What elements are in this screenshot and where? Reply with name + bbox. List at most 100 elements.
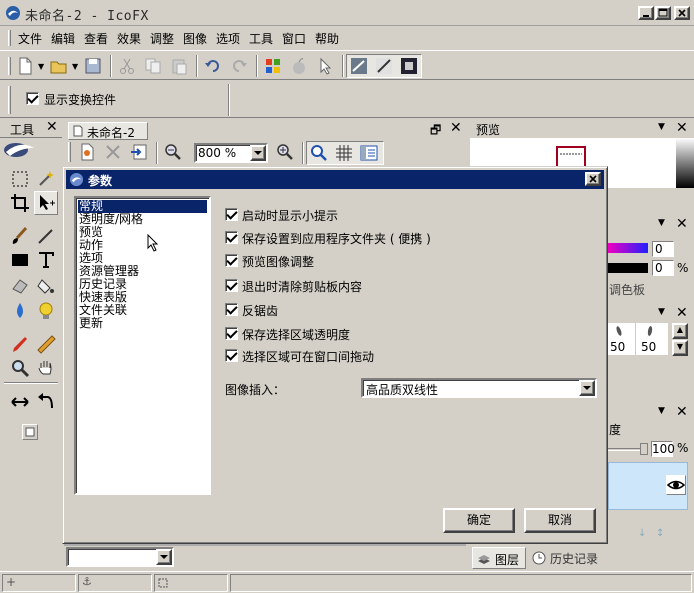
- drag-selection-between-windows-checkbox[interactable]: [225, 349, 238, 362]
- interpolation-dropdown-button[interactable]: [579, 380, 595, 396]
- ok-button[interactable]: 确定: [443, 508, 515, 533]
- preview-close-icon[interactable]: ✕: [676, 120, 688, 136]
- grid-view-icon[interactable]: [350, 57, 368, 75]
- color-value-a[interactable]: 0: [652, 241, 674, 257]
- menu-adjust[interactable]: 调整: [150, 30, 174, 47]
- maximize-button[interactable]: [655, 6, 671, 20]
- misc-tool-button[interactable]: [22, 424, 38, 440]
- pencil-icon[interactable]: [36, 226, 56, 246]
- menu-image[interactable]: 图像: [183, 30, 207, 47]
- close-doc-icon[interactable]: ✕: [450, 120, 462, 136]
- bulb-icon[interactable]: [36, 301, 56, 321]
- brush-scroll-up[interactable]: ▲: [672, 323, 688, 339]
- canvas-combo-button[interactable]: [156, 549, 172, 565]
- close-button[interactable]: [674, 6, 690, 20]
- category-updates[interactable]: 更新: [78, 317, 104, 330]
- brush-scroll-down[interactable]: ▼: [672, 340, 688, 356]
- dialog-close-button[interactable]: [585, 172, 601, 186]
- opacity-value[interactable]: 100: [651, 441, 675, 457]
- frame-icon[interactable]: [400, 57, 418, 75]
- move-layer-up-icon[interactable]: ↕: [656, 528, 664, 539]
- save-selection-transparency-checkbox[interactable]: [225, 327, 238, 340]
- move-tool-button[interactable]: [34, 191, 58, 215]
- clear-clipboard-checkbox[interactable]: [225, 279, 238, 292]
- marquee-select-icon[interactable]: [10, 169, 30, 189]
- brush-close-icon[interactable]: ✕: [676, 305, 688, 321]
- cut-icon[interactable]: [118, 57, 136, 75]
- new-dropdown-arrow-icon[interactable]: ▼: [38, 62, 44, 71]
- preview-adjustments-checkbox[interactable]: [225, 254, 238, 267]
- rectangle-icon[interactable]: [10, 250, 30, 270]
- text-icon[interactable]: [36, 250, 56, 270]
- layout-icon[interactable]: [360, 144, 378, 162]
- layers-close-icon[interactable]: ✕: [676, 404, 688, 420]
- open-dropdown-arrow-icon[interactable]: ▼: [72, 62, 78, 71]
- eraser-icon[interactable]: [10, 276, 30, 296]
- menu-view[interactable]: 查看: [84, 30, 108, 47]
- redo-icon[interactable]: [230, 57, 248, 75]
- menu-window[interactable]: 窗口: [282, 30, 306, 47]
- show-transform-controls-checkbox[interactable]: [26, 92, 39, 105]
- zoom-dropdown-button[interactable]: [250, 145, 266, 161]
- cancel-button[interactable]: 取消: [524, 508, 596, 533]
- menu-effects[interactable]: 效果: [117, 30, 141, 47]
- menu-options[interactable]: 选项: [216, 30, 240, 47]
- minimize-button[interactable]: [638, 6, 654, 20]
- import-image-icon[interactable]: [130, 143, 148, 161]
- zoom-in-icon[interactable]: [276, 143, 294, 161]
- panel-menu-arrow-icon[interactable]: ▼: [658, 122, 665, 132]
- menu-help[interactable]: 帮助: [315, 30, 339, 47]
- magic-wand-icon[interactable]: [36, 169, 56, 189]
- open-folder-icon[interactable]: [50, 57, 68, 75]
- opacity-slider-thumb[interactable]: [640, 443, 648, 455]
- color-slider-a[interactable]: [608, 243, 648, 253]
- restore-doc-icon[interactable]: 🗗: [430, 121, 441, 142]
- move-layer-down-icon[interactable]: ↓: [638, 528, 646, 539]
- save-icon[interactable]: [84, 57, 102, 75]
- window-title-bar[interactable]: 未命名-2 - IcoFX: [0, 0, 694, 26]
- eyedropper-icon[interactable]: [10, 334, 30, 354]
- layer-row[interactable]: [608, 462, 688, 510]
- menu-tools[interactable]: 工具: [249, 30, 273, 47]
- opacity-slider[interactable]: [608, 448, 644, 451]
- undo-icon[interactable]: [204, 57, 222, 75]
- tools-panel-close-icon[interactable]: ✕: [46, 119, 58, 135]
- canvas-combo[interactable]: [66, 547, 174, 567]
- panel-menu-arrow-icon[interactable]: ▼: [658, 406, 665, 416]
- brush-preset[interactable]: 50: [608, 323, 636, 355]
- grid-icon[interactable]: [335, 144, 353, 162]
- ruler-icon[interactable]: [36, 334, 56, 354]
- panel-menu-arrow-icon[interactable]: ▼: [658, 307, 665, 317]
- history-tab[interactable]: 历史记录: [530, 547, 610, 569]
- panel-menu-arrow-icon[interactable]: ▼: [658, 218, 665, 228]
- actual-zoom-icon[interactable]: [310, 144, 328, 162]
- document-tab[interactable]: 未命名-2: [68, 122, 148, 140]
- feather-icon[interactable]: [375, 57, 393, 75]
- zoom-select[interactable]: 800 %: [194, 143, 268, 163]
- zoom-icon[interactable]: [10, 358, 30, 378]
- fill-icon[interactable]: [36, 276, 56, 296]
- antialias-checkbox[interactable]: [225, 303, 238, 316]
- cursor-icon[interactable]: [316, 57, 334, 75]
- new-file-icon[interactable]: [16, 57, 34, 75]
- brush-preset[interactable]: 50: [637, 323, 667, 355]
- rotate-icon[interactable]: [36, 392, 56, 412]
- interpolation-select[interactable]: 高品质双线性: [361, 378, 597, 398]
- apple-logo-icon[interactable]: [290, 57, 308, 75]
- windows-logo-icon[interactable]: [264, 57, 282, 75]
- new-image-icon[interactable]: [78, 143, 96, 161]
- portable-settings-checkbox[interactable]: [225, 231, 238, 244]
- color-value-b[interactable]: 0: [652, 260, 674, 276]
- menu-file[interactable]: 文件: [18, 30, 42, 47]
- layer-visibility-toggle[interactable]: [666, 475, 686, 495]
- brush-icon[interactable]: [10, 226, 30, 246]
- delete-image-icon[interactable]: [104, 143, 122, 161]
- crop-icon[interactable]: [10, 193, 30, 213]
- flip-horizontal-icon[interactable]: [10, 392, 30, 412]
- color-slider-b[interactable]: [608, 263, 648, 273]
- hand-icon[interactable]: [36, 358, 56, 378]
- blur-drop-icon[interactable]: [10, 301, 30, 321]
- color-close-icon[interactable]: ✕: [676, 216, 688, 232]
- show-tips-checkbox[interactable]: [225, 208, 238, 221]
- copy-icon[interactable]: [144, 57, 162, 75]
